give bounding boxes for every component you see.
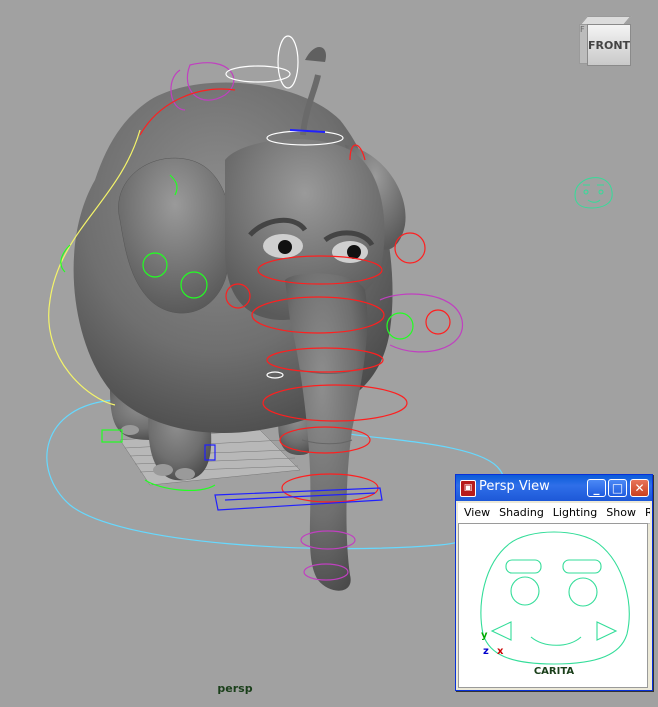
window-title: Persp View bbox=[479, 479, 550, 494]
carita-face-curves[interactable] bbox=[480, 531, 630, 665]
persp-view-window[interactable]: ▣ Persp View _ □ ✕ View Shading Lighting Sh… bbox=[455, 474, 653, 691]
persp-sub-viewport[interactable]: y z x CARITA bbox=[458, 523, 648, 688]
menu-lighting[interactable]: Lighting bbox=[547, 503, 600, 519]
persp-menubar: ViewShadingLightingShowRen bbox=[458, 503, 650, 524]
menu-show[interactable]: Show bbox=[600, 503, 639, 519]
object-name-label: CARITA bbox=[533, 666, 575, 677]
viewcube-front-face[interactable]: FRONT bbox=[587, 24, 631, 66]
viewcube-side-label: F bbox=[580, 25, 585, 34]
viewcube[interactable]: F FRONT bbox=[577, 14, 633, 66]
camera-name-label: persp bbox=[217, 682, 253, 695]
viewcube-front-label: FRONT bbox=[587, 38, 631, 52]
axis-x-label: x bbox=[497, 646, 504, 657]
axis-z-label: z bbox=[483, 646, 489, 657]
maya-app-icon[interactable]: ▣ bbox=[460, 480, 476, 497]
menu-view[interactable]: View bbox=[458, 503, 493, 519]
window-titlebar[interactable]: ▣ Persp View _ □ ✕ bbox=[456, 475, 652, 501]
menu-shading[interactable]: Shading bbox=[493, 503, 547, 519]
maximize-button[interactable]: □ bbox=[608, 479, 627, 497]
close-button[interactable]: ✕ bbox=[630, 479, 649, 497]
menu-renderer[interactable]: Ren bbox=[639, 503, 650, 519]
minimize-button[interactable]: _ bbox=[587, 479, 606, 497]
axis-y-label: y bbox=[481, 630, 488, 641]
carita-face-canvas[interactable] bbox=[459, 524, 647, 687]
carita-face-control[interactable] bbox=[574, 177, 613, 209]
